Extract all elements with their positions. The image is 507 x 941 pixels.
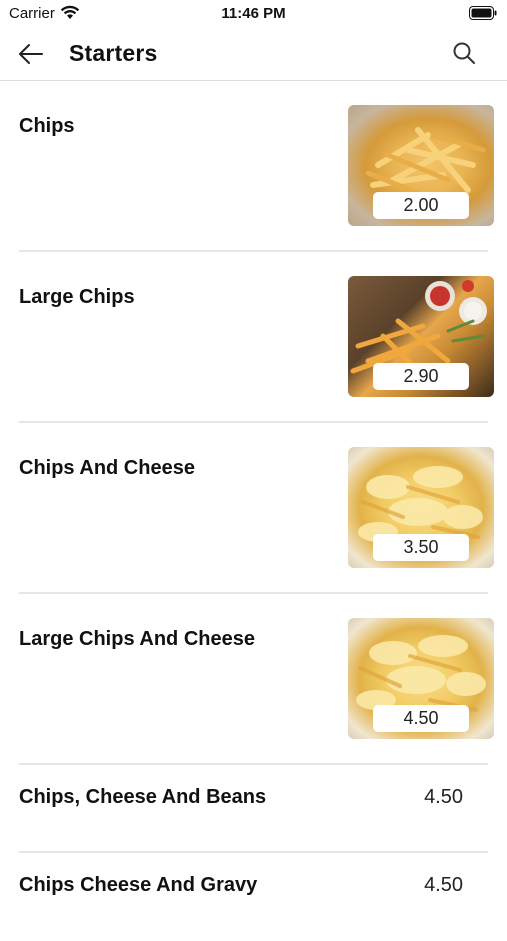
item-price: 4.50 <box>424 874 463 896</box>
page-title: Starters <box>69 40 158 66</box>
item-name: Chips, Cheese And Beans <box>19 786 267 808</box>
price-badge: 2.90 <box>373 363 469 390</box>
menu-item[interactable]: Large Chips 2.90 <box>0 252 507 423</box>
item-name: Large Chips <box>19 286 135 308</box>
battery-full-icon <box>469 6 497 20</box>
menu-item[interactable]: Large Chips And Cheese 4.50 <box>0 594 507 765</box>
item-name: Chips <box>19 115 75 137</box>
price-badge: 2.00 <box>373 192 469 219</box>
menu-list: Chips 2.00 Large Chips 2.90 Chips And Ch… <box>0 81 507 941</box>
fries-with-dips-photo: 2.90 <box>348 276 494 397</box>
menu-item[interactable]: Chips 2.00 <box>0 81 507 252</box>
price-badge: 3.50 <box>373 534 469 561</box>
menu-item[interactable]: Chips And Cheese 3.50 <box>0 423 507 594</box>
item-name: Large Chips And Cheese <box>19 628 255 650</box>
search-icon[interactable] <box>451 40 477 66</box>
status-bar: Carrier 11:46 PM <box>0 0 507 28</box>
cheesy-fries-photo: 4.50 <box>348 618 494 739</box>
item-name: Chips Cheese And Gravy <box>19 874 258 896</box>
item-price: 4.50 <box>424 786 463 808</box>
status-time: 11:46 PM <box>221 5 286 22</box>
fries-photo: 2.00 <box>348 105 494 226</box>
item-name: Chips And Cheese <box>19 457 195 479</box>
price-badge: 4.50 <box>373 705 469 732</box>
cheesy-fries-photo: 3.50 <box>348 447 494 568</box>
arrow-left-icon[interactable] <box>16 40 46 68</box>
menu-item[interactable]: Chips Cheese And Gravy 4.50 <box>0 853 507 941</box>
menu-item[interactable]: Chips, Cheese And Beans 4.50 <box>0 765 507 853</box>
navigation-bar: Starters <box>0 28 507 81</box>
